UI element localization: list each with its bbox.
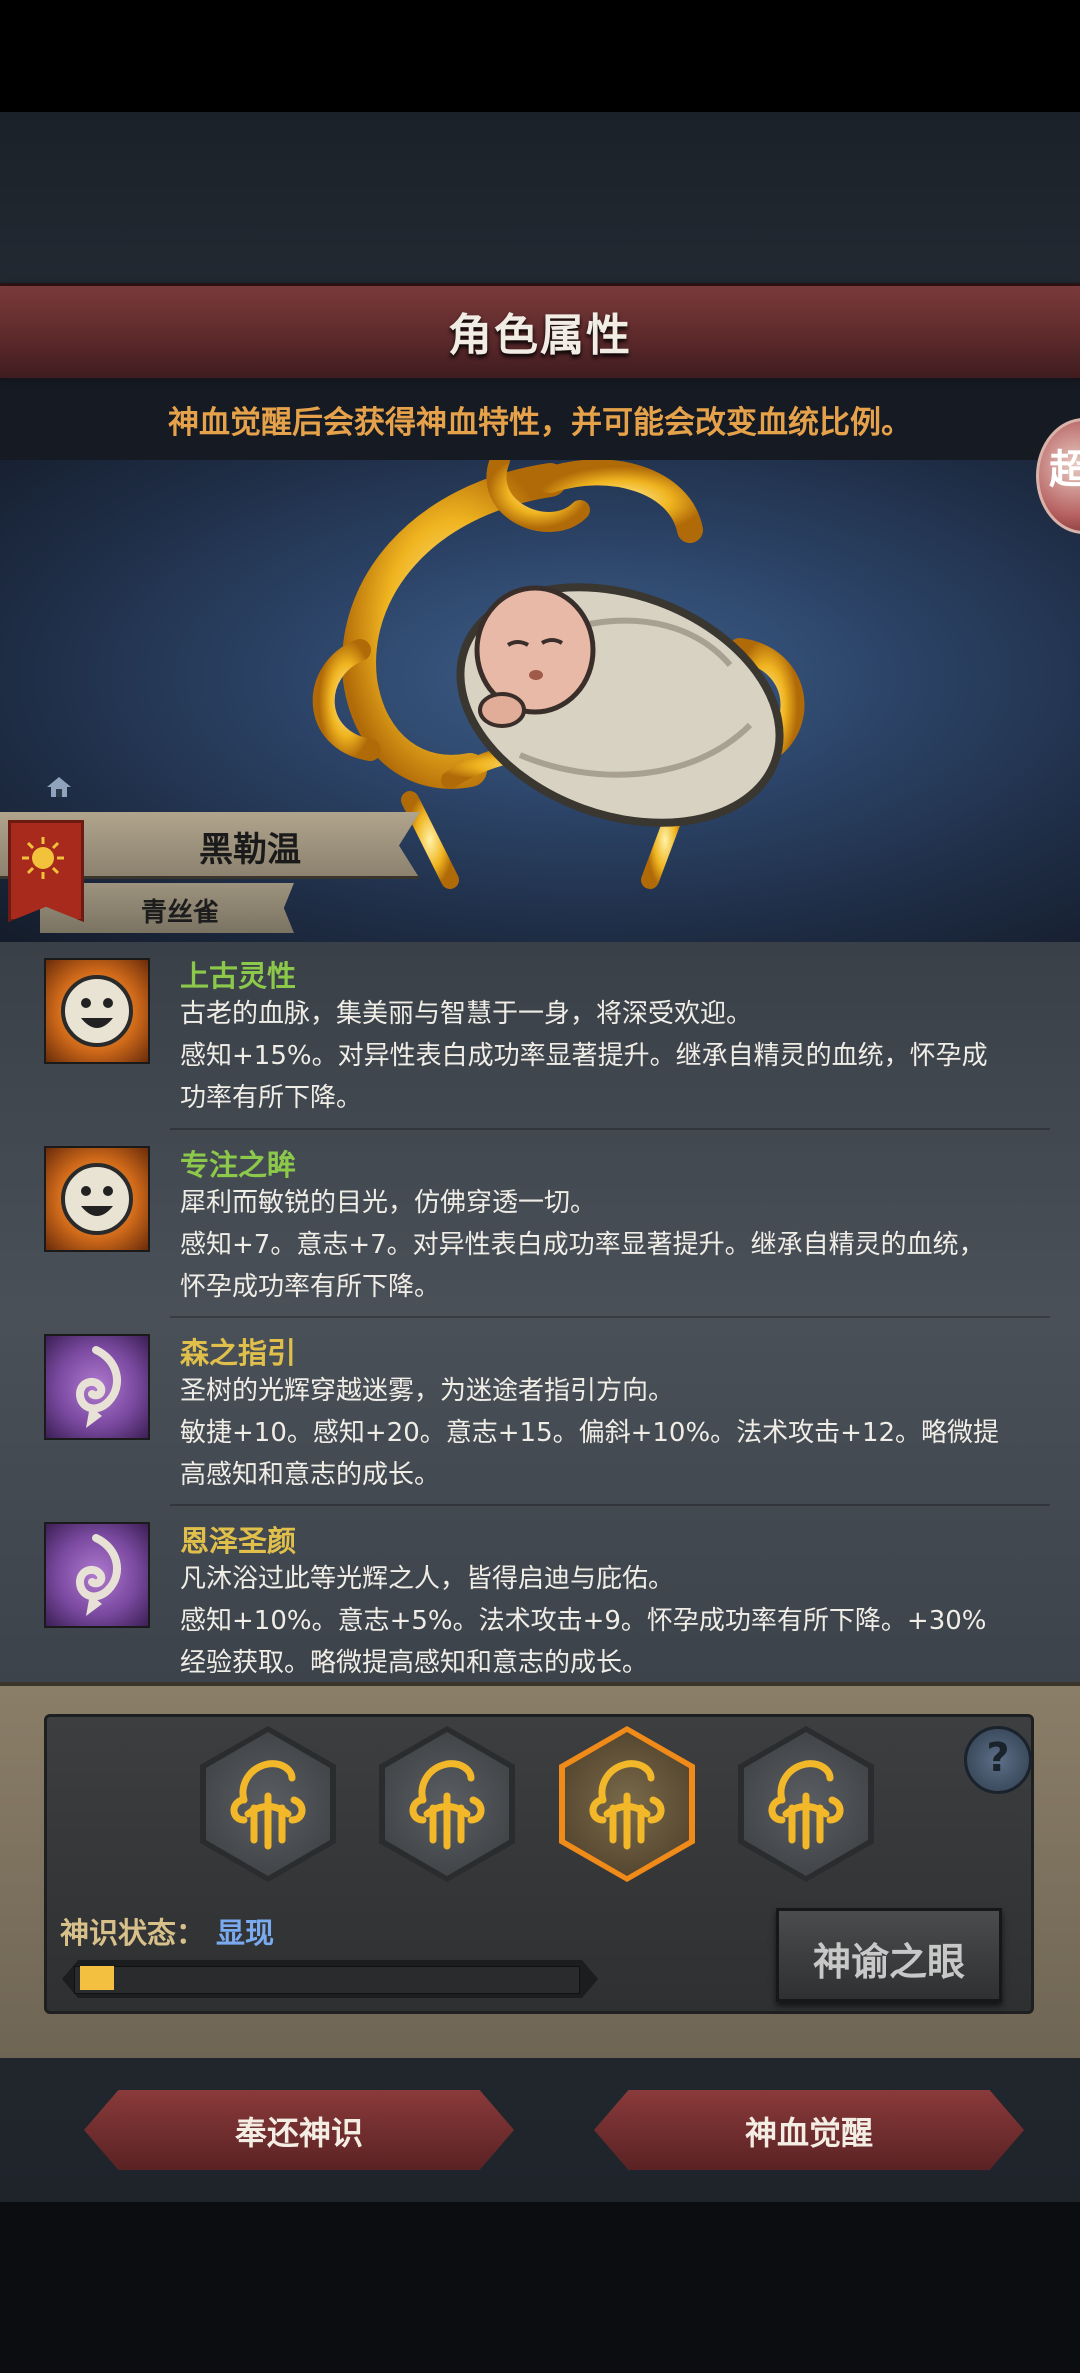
- trait-name: 专注之眸: [180, 1148, 297, 1182]
- progress-fill: [80, 1966, 114, 1990]
- home-icon: [47, 777, 71, 797]
- state-label: 神识状态：: [60, 1916, 206, 1950]
- divine-emblem-icon: [589, 1760, 665, 1850]
- divine-emblem-icon: [230, 1760, 306, 1850]
- trait-effect: 感知+10%。意志+5%。法术攻击+9。怀孕成功率有所下降。+30%: [180, 1606, 987, 1636]
- trait-desc: 古老的血脉，集美丽与智慧于一身，将深受欢迎。: [180, 999, 753, 1029]
- page-title: 角色属性: [448, 310, 632, 361]
- trait-effect: 敏捷+10。感知+20。意志+15。偏斜+10%。法术攻击+12。略微提: [180, 1418, 1000, 1448]
- trait-effect: 感知+15%。对异性表白成功率显著提升。继承自精灵的血统，怀孕成: [180, 1041, 988, 1071]
- side-badge-label: 超: [1049, 447, 1080, 493]
- trait-desc: 凡沐浴过此等光辉之人，皆得启迪与庇佑。: [180, 1564, 675, 1594]
- trait-name: 上古灵性: [180, 959, 297, 993]
- trait-effect: 经验获取。略微提高感知和意志的成长。: [180, 1648, 649, 1678]
- status-bar-area: [0, 0, 1080, 112]
- spiral-leaf-icon: [44, 1522, 150, 1628]
- character-title: 青丝雀: [140, 898, 219, 928]
- blood-awaken-button[interactable]: 神血觉醒: [594, 2090, 1024, 2170]
- oracle-eye-button[interactable]: 神谕之眼: [776, 1908, 1002, 2002]
- oracle-eye-label: 神谕之眼: [812, 1940, 965, 1984]
- baby-portrait: [456, 583, 784, 827]
- subtitle: 神血觉醒后会获得神血特性，并可能会改变血统比例。: [168, 405, 912, 441]
- state-value: 显现: [216, 1916, 275, 1950]
- divine-emblem-icon: [768, 1760, 844, 1850]
- trait-name: 恩泽圣颜: [180, 1524, 297, 1558]
- help-button[interactable]: ?: [964, 1726, 1032, 1794]
- divider: [170, 1128, 1050, 1130]
- trait-effect: 怀孕成功率有所下降。: [180, 1272, 441, 1302]
- trait-desc: 犀利而敏锐的目光，仿佛穿透一切。: [180, 1188, 597, 1218]
- divider: [170, 1504, 1050, 1506]
- divider: [170, 1316, 1050, 1318]
- bottom-area: [0, 2202, 1080, 2373]
- smile-face-icon: [44, 1146, 150, 1252]
- return-button-label: 奉还神识: [234, 2114, 363, 2152]
- spiral-leaf-icon: [44, 1334, 150, 1440]
- smile-face-icon: [44, 958, 150, 1064]
- sun-emblem-icon: [22, 837, 64, 879]
- character-name: 黑勒温: [199, 830, 301, 870]
- trait-effect: 高感知和意志的成长。: [180, 1460, 441, 1490]
- trait-effect: 功率有所下降。: [180, 1083, 363, 1113]
- divine-emblem-icon: [409, 1760, 485, 1850]
- awaken-button-label: 神血觉醒: [744, 2114, 873, 2152]
- trait-effect: 感知+7。意志+7。对异性表白成功率显著提升。继承自精灵的血统，: [180, 1230, 985, 1260]
- progress-track: [74, 1966, 580, 1994]
- trait-name: 森之指引: [180, 1336, 297, 1370]
- trait-desc: 圣树的光辉穿越迷雾，为迷途者指引方向。: [180, 1376, 675, 1406]
- return-divine-sense-button[interactable]: 奉还神识: [84, 2090, 514, 2170]
